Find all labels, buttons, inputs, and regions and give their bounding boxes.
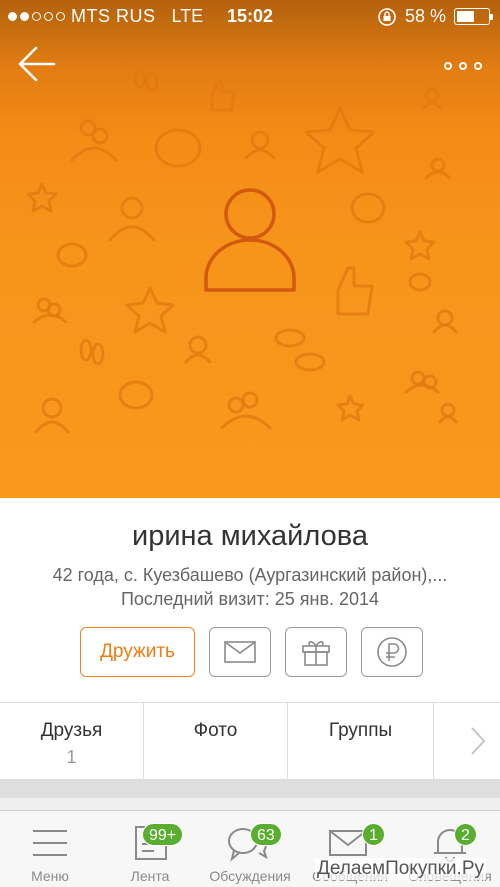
- more-options-button[interactable]: [440, 52, 486, 80]
- orientation-lock-icon: [378, 7, 396, 26]
- tab-label: Друзья: [40, 720, 103, 741]
- hamburger-icon: [33, 830, 67, 856]
- nav-label: Лента: [130, 868, 170, 884]
- profile-actions: Дружить: [80, 627, 423, 677]
- gift-icon: [302, 641, 330, 666]
- tab-groups[interactable]: Группы: [288, 703, 434, 779]
- send-message-button[interactable]: [209, 627, 271, 677]
- back-button[interactable]: [14, 42, 60, 88]
- status-bar: MTS RUS LTE 15:02 58 %: [0, 0, 500, 36]
- arrow-left-icon: [18, 46, 56, 82]
- profile-cover: MTS RUS LTE 15:02 58 %: [0, 0, 500, 498]
- add-friend-button[interactable]: Дружить: [80, 627, 195, 677]
- feed-badge: 99+: [142, 823, 184, 846]
- messages-badge: 1: [362, 823, 385, 846]
- send-gift-button[interactable]: [285, 627, 347, 677]
- profile-details: 42 года, с. Куезбашево (Аургазинский рай…: [52, 565, 448, 585]
- nav-menu[interactable]: Меню: [0, 811, 100, 887]
- battery-icon: [454, 8, 493, 25]
- tab-count: 1: [66, 747, 77, 767]
- tab-label: Фото: [193, 720, 238, 741]
- section-divider: [0, 798, 500, 810]
- user-placeholder-icon: [204, 188, 296, 292]
- nav-discussions[interactable]: 63 Обсуждения: [200, 811, 300, 887]
- nav-feed[interactable]: 99+ Лента: [100, 811, 200, 887]
- profile-name: ирина михайлова: [132, 520, 368, 552]
- battery-percent: 58 %: [404, 6, 446, 26]
- send-money-button[interactable]: [361, 627, 423, 677]
- envelope-icon: [224, 641, 256, 663]
- chevron-right-icon: [471, 727, 486, 755]
- status-right: 58 %: [377, 6, 493, 27]
- section-divider: [0, 780, 500, 798]
- tab-friends[interactable]: Друзья 1: [0, 703, 144, 779]
- profile-tabs: Друзья 1 Фото Группы: [0, 702, 500, 780]
- nav-label: Обсуждения: [209, 868, 291, 884]
- nav-label: Меню: [31, 868, 69, 884]
- tab-label: Группы: [328, 720, 393, 741]
- ruble-icon: [377, 637, 407, 667]
- discussions-badge: 63: [250, 823, 282, 846]
- tabs-next-button[interactable]: [434, 703, 500, 779]
- last-visit: Последний визит: 25 янв. 2014: [120, 589, 380, 609]
- tab-photos[interactable]: Фото: [144, 703, 288, 779]
- notifications-badge: 2: [454, 823, 477, 846]
- watermark-text: ДелаемПокупки.Ру: [314, 858, 486, 880]
